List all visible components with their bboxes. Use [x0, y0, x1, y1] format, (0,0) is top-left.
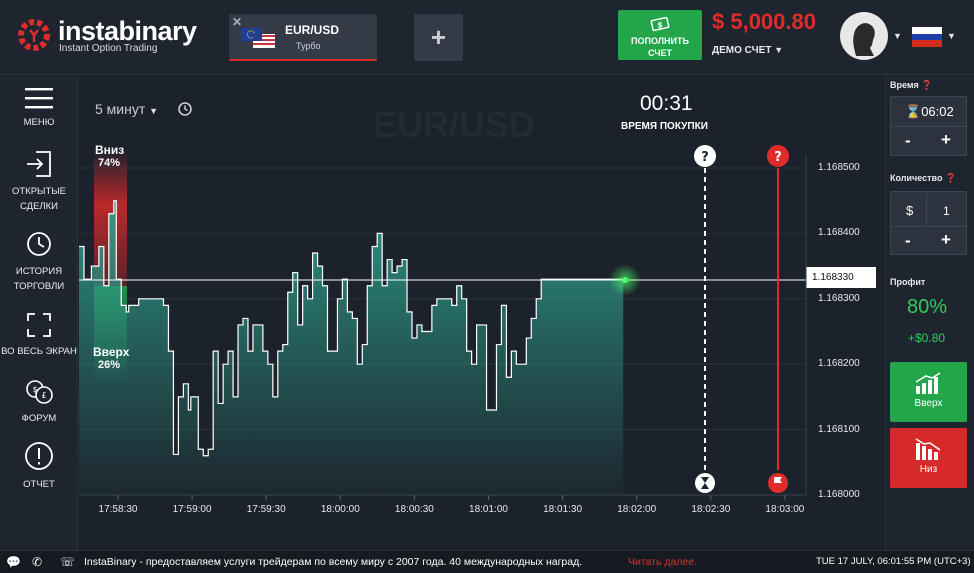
- time-plus-button[interactable]: +: [941, 130, 951, 150]
- sentiment-down-pct: 74%: [98, 157, 121, 169]
- x-tick-label: 18:01:00: [469, 504, 508, 515]
- y-tick-label: 1.168100: [818, 423, 860, 435]
- profit-value: +$0.80: [908, 331, 946, 345]
- y-tick-label: 1.168200: [818, 358, 860, 370]
- svg-text:?: ?: [774, 150, 782, 165]
- x-tick-label: 18:03:00: [765, 504, 805, 515]
- help-icon[interactable]: ❓: [921, 80, 932, 90]
- time-label-text: Время: [890, 80, 919, 90]
- hourglass-icon: [695, 473, 715, 493]
- current-price-dot: [622, 277, 628, 283]
- x-tick-label: 17:59:00: [172, 504, 212, 515]
- put-down-label: Низ: [919, 464, 938, 475]
- time-value[interactable]: ⌛06:02: [905, 104, 954, 120]
- sentiment-up-pct: 26%: [98, 359, 121, 371]
- read-more-link[interactable]: Читать далее.: [628, 551, 697, 573]
- x-tick-label: 17:59:30: [246, 504, 286, 515]
- y-tick-label: 1.168400: [818, 227, 860, 239]
- currency-symbol: $: [906, 203, 914, 218]
- help-icon[interactable]: ❓: [945, 173, 956, 183]
- y-tick-label: 1.168000: [818, 489, 860, 500]
- amount-label: Количество ❓: [890, 173, 956, 184]
- x-tick-label: 18:02:30: [691, 504, 731, 515]
- x-tick-label: 18:00:30: [394, 504, 434, 515]
- put-down-button[interactable]: Низ: [890, 428, 967, 488]
- sentiment-up-label: Вверх: [93, 345, 130, 359]
- x-tick-label: 18:00:00: [320, 504, 360, 515]
- divider: [926, 193, 927, 225]
- current-price-label: 1.168330: [812, 272, 854, 283]
- y-tick-label: 1.168500: [818, 162, 860, 173]
- footer: 💬 ✆ ☏ InstaBinary - предоставляем услуги…: [0, 550, 974, 573]
- time-label: Время ❓: [890, 80, 933, 91]
- amount-stepper: [890, 191, 967, 255]
- hourglass-small-icon: ⌛: [905, 104, 922, 119]
- price-area: [79, 200, 624, 495]
- amount-minus-button[interactable]: -: [905, 231, 911, 251]
- x-tick-label: 18:01:30: [543, 504, 583, 515]
- amount-input[interactable]: 1: [943, 204, 950, 218]
- call-up-button[interactable]: Вверх: [890, 362, 967, 422]
- price-chart: ? ?: [79, 145, 876, 500]
- footer-message: InstaBinary - предоставляем услуги трейд…: [84, 556, 583, 568]
- footer-datetime: TUE 17 JULY, 06:01:55 PM (UTC+3): [816, 556, 971, 567]
- whatsapp-icon[interactable]: ✆: [32, 551, 42, 573]
- x-tick-label: 18:02:00: [617, 504, 657, 515]
- svg-text:?: ?: [701, 150, 709, 165]
- profit-percent: 80%: [907, 296, 948, 318]
- chat-icon[interactable]: 💬: [6, 551, 21, 573]
- amount-label-text: Количество: [890, 173, 943, 183]
- divider: [890, 226, 967, 227]
- y-tick-label: 1.168300: [818, 292, 860, 304]
- call-up-label: Вверх: [914, 398, 943, 409]
- amount-plus-button[interactable]: +: [941, 230, 951, 250]
- divider: [890, 126, 967, 127]
- phone-icon[interactable]: ☏: [60, 551, 75, 573]
- profit-label: Профит: [890, 277, 926, 287]
- chart-down-icon: [915, 438, 941, 460]
- x-tick-label: 17:58:30: [98, 504, 138, 515]
- chart-up-icon: [915, 372, 941, 394]
- time-value-text: 06:02: [921, 104, 954, 119]
- sentiment-down-label: Вниз: [95, 143, 125, 157]
- time-minus-button[interactable]: -: [905, 131, 911, 151]
